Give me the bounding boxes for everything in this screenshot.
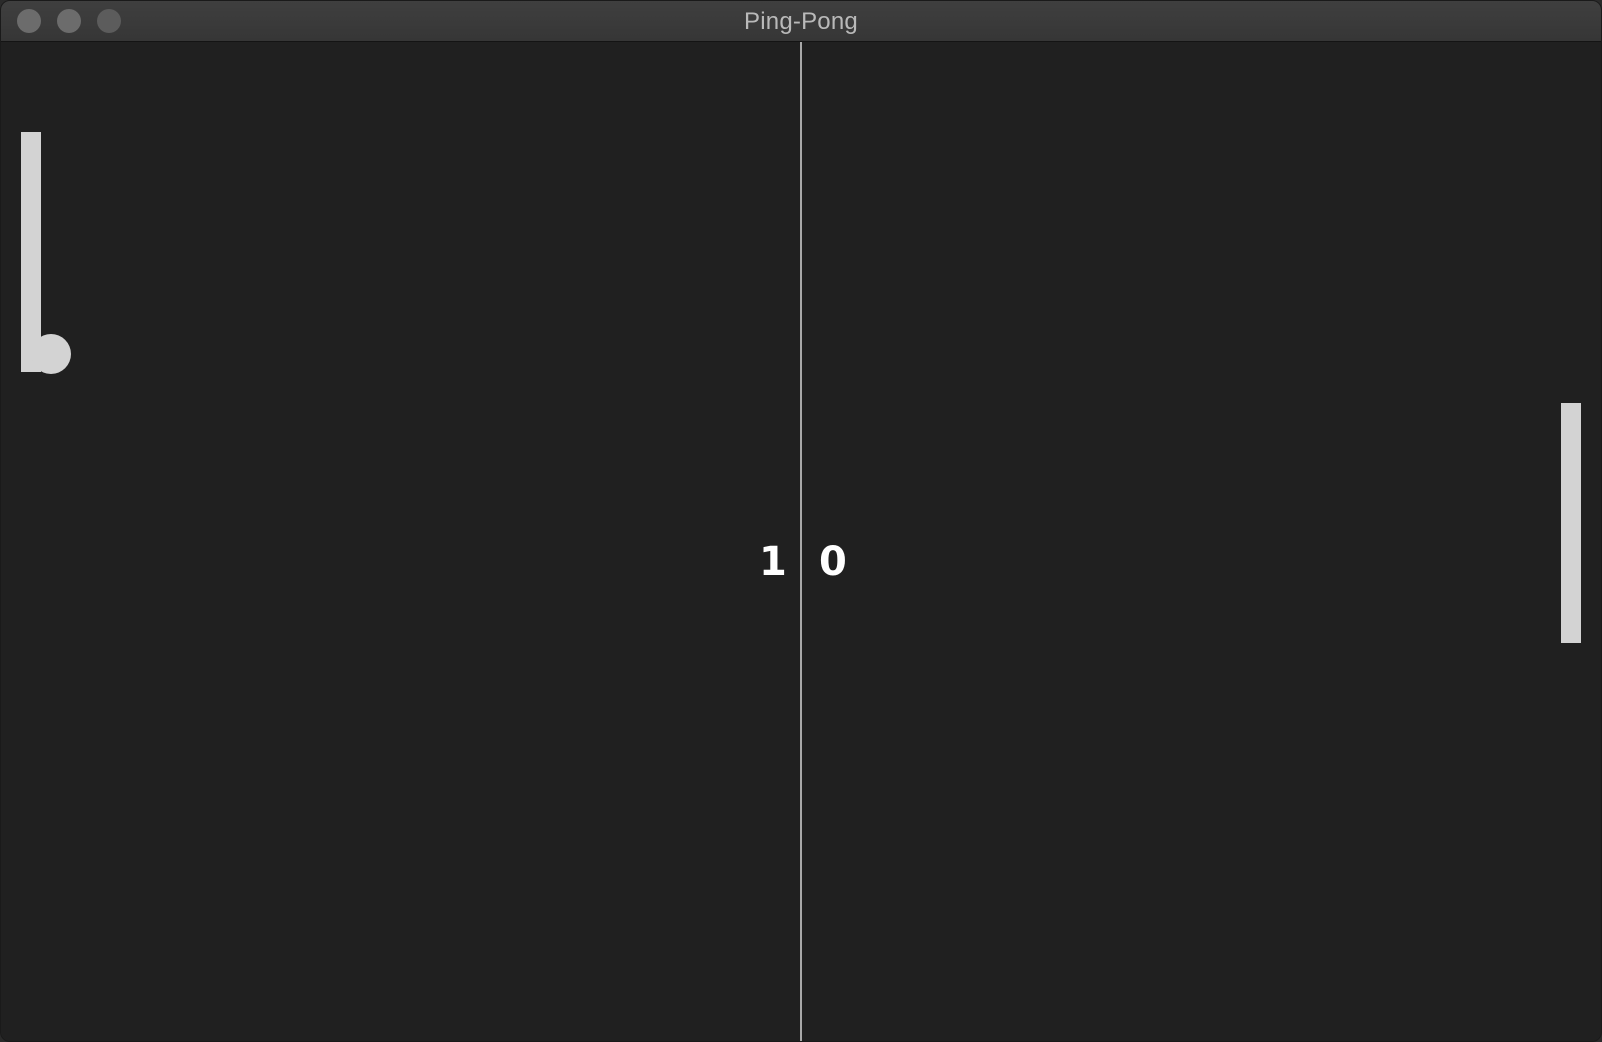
left-player-score: 1 (759, 539, 787, 585)
ball (31, 334, 71, 374)
right-player-score: 0 (819, 539, 847, 585)
left-paddle (21, 132, 41, 372)
game-court[interactable]: 1 0 (1, 42, 1601, 1041)
center-net-line (800, 42, 802, 1041)
window-title: Ping-Pong (744, 8, 858, 35)
right-paddle (1561, 403, 1581, 643)
game-window: Ping-Pong 1 0 (0, 0, 1602, 1042)
title-bar[interactable]: Ping-Pong (1, 1, 1601, 42)
